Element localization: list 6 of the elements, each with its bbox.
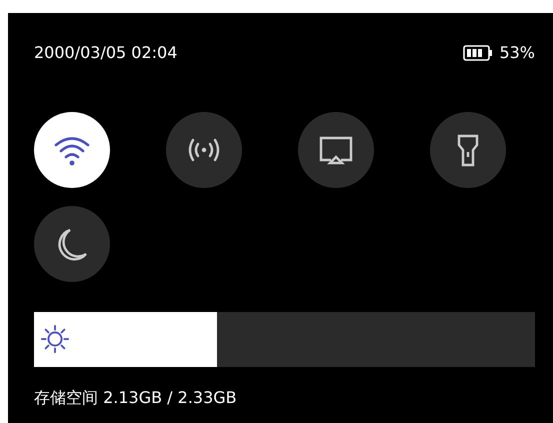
brightness-slider[interactable] — [34, 312, 535, 367]
battery-icon — [463, 44, 494, 60]
storage-info: 存储空间 2.13GB / 2.33GB — [34, 388, 238, 409]
date-time: 2000/03/05 02:04 — [34, 43, 178, 62]
sun-icon — [40, 324, 70, 354]
battery-percent: 53% — [499, 43, 535, 62]
